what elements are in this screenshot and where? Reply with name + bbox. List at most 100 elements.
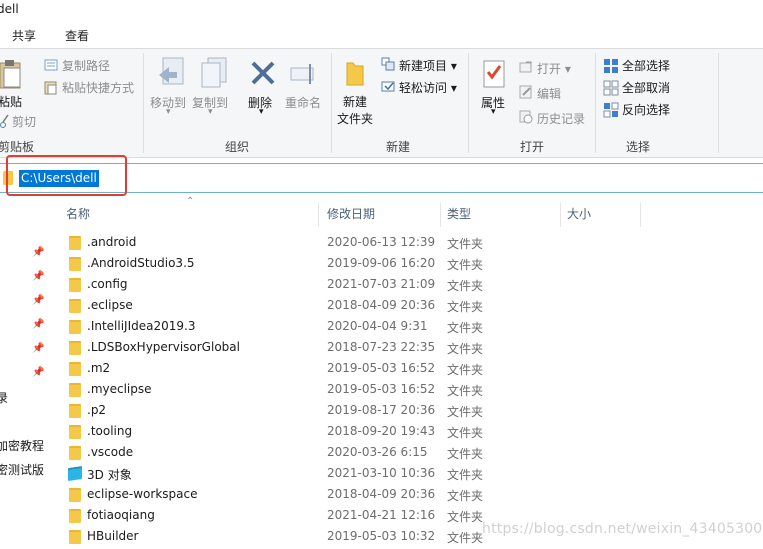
- table-row[interactable]: eclipse-workspace 2018-04-09 20:36 文件夹: [62, 485, 762, 506]
- folder-icon: [69, 341, 81, 355]
- folder-icon: [69, 446, 81, 460]
- nav-item[interactable]: 密测试版: [0, 461, 44, 478]
- copy-path-button[interactable]: 复制路径: [62, 57, 110, 74]
- table-row[interactable]: .eclipse 2018-04-09 20:36 文件夹: [62, 296, 762, 317]
- invert-selection-button[interactable]: 反向选择: [622, 101, 670, 118]
- file-type: 文件夹: [447, 489, 484, 503]
- tab-share[interactable]: 共享: [12, 27, 36, 44]
- column-header-name[interactable]: 名称: [66, 205, 90, 222]
- file-name: .eclipse: [87, 298, 133, 312]
- nav-item[interactable]: 录: [0, 389, 8, 406]
- new-folder-button-line1[interactable]: 新建: [343, 93, 367, 110]
- ribbon-tabs: 共享 查看: [0, 24, 763, 48]
- open-button[interactable]: 打开 ▾: [537, 60, 571, 77]
- select-group-label: 选择: [626, 140, 651, 154]
- file-name: eclipse-workspace: [87, 487, 198, 501]
- tab-view[interactable]: 查看: [65, 27, 89, 44]
- table-row[interactable]: .myeclipse 2019-05-03 16:52 文件夹: [62, 380, 762, 401]
- properties-dropdown-icon: ▾: [491, 107, 496, 117]
- delete-icon: [251, 61, 275, 85]
- new-folder-button-line2[interactable]: 文件夹: [337, 110, 373, 127]
- file-type: 文件夹: [447, 300, 484, 314]
- column-divider[interactable]: [440, 203, 441, 227]
- folder-icon: [69, 488, 81, 502]
- group-divider: [595, 53, 596, 153]
- folder-icon: [69, 530, 81, 544]
- ribbon: 粘贴 复制路径 粘贴快捷方式 剪切 剪贴板 移动到 ▾ 复制到 ▾ 删除 ▾ 重…: [0, 48, 763, 158]
- file-type: 文件夹: [447, 237, 484, 251]
- table-row[interactable]: .IntelliJIdea2019.3 2020-04-04 9:31 文件夹: [62, 317, 762, 338]
- table-row[interactable]: .android 2020-06-13 12:39 文件夹: [62, 233, 762, 254]
- file-date: 2020-04-04 9:31: [327, 319, 428, 333]
- organize-group-label: 组织: [225, 140, 250, 154]
- folder-icon: [69, 320, 81, 334]
- folder-icon: [69, 509, 81, 523]
- file-date: 2020-03-26 6:15: [327, 445, 428, 459]
- column-divider[interactable]: [560, 203, 561, 227]
- highlight-annotation: [6, 155, 127, 196]
- move-to-dropdown-icon: ▾: [166, 107, 171, 117]
- copy-path-icon: [44, 59, 58, 71]
- file-date: 2021-04-21 12:16: [327, 508, 436, 522]
- folder-icon: [69, 362, 81, 376]
- file-name: .m2: [87, 361, 111, 375]
- group-divider: [331, 53, 332, 153]
- table-row[interactable]: .LDSBoxHypervisorGlobal 2018-07-23 22:35 文…: [62, 338, 762, 359]
- pin-icon[interactable]: 📌: [32, 295, 44, 306]
- paste-shortcut-button[interactable]: 粘贴快捷方式: [62, 79, 134, 96]
- file-name: HBuilder: [87, 529, 139, 543]
- rename-icon: [290, 64, 314, 84]
- pin-icon[interactable]: 📌: [32, 247, 44, 258]
- paste-icon: [0, 60, 21, 89]
- file-name: .LDSBoxHypervisorGlobal: [87, 340, 240, 354]
- column-header-modified[interactable]: 修改日期: [327, 205, 375, 222]
- rename-button[interactable]: 重命名: [285, 94, 321, 111]
- file-type: 文件夹: [447, 321, 484, 335]
- file-name: .config: [87, 277, 128, 291]
- pin-icon[interactable]: 📌: [32, 367, 44, 378]
- pin-icon[interactable]: 📌: [32, 319, 44, 330]
- table-row[interactable]: .AndroidStudio3.5 2019-09-06 16:20 文件夹: [62, 254, 762, 275]
- new-group-label: 新建: [386, 140, 411, 154]
- pin-icon[interactable]: 📌: [32, 343, 44, 354]
- edit-button[interactable]: 编辑: [537, 85, 561, 102]
- table-row[interactable]: .m2 2019-05-03 16:52 文件夹: [62, 359, 762, 380]
- folder-icon: [69, 236, 81, 250]
- invert-selection-icon: [603, 102, 619, 118]
- file-name: fotiaoqiang: [87, 508, 155, 522]
- paste-button[interactable]: 粘贴: [0, 93, 22, 110]
- nav-item[interactable]: 加密教程: [0, 437, 44, 454]
- column-divider[interactable]: [640, 203, 641, 227]
- paste-shortcut-icon: [44, 81, 57, 95]
- copy-to-dropdown-icon: ▾: [208, 107, 213, 117]
- window-title: dell: [0, 2, 19, 16]
- select-none-button[interactable]: 全部取消: [622, 79, 670, 96]
- column-header-size[interactable]: 大小: [567, 205, 591, 222]
- cut-button[interactable]: 剪切: [12, 113, 36, 130]
- move-to-icon: [159, 57, 184, 85]
- file-name: 3D 对象: [87, 468, 132, 482]
- file-date: 2018-04-09 20:36: [327, 298, 436, 312]
- history-icon: [519, 110, 533, 124]
- file-date: 2018-04-09 20:36: [327, 487, 436, 501]
- column-divider[interactable]: [318, 203, 319, 227]
- open-group-label: 打开: [520, 140, 545, 154]
- history-button[interactable]: 历史记录: [537, 110, 585, 127]
- file-name: .p2: [87, 403, 107, 417]
- easy-access-button[interactable]: 轻松访问 ▾: [399, 79, 457, 96]
- column-header-type[interactable]: 类型: [447, 205, 471, 222]
- table-row[interactable]: .config 2021-07-03 21:09 文件夹: [62, 275, 762, 296]
- group-divider: [718, 53, 719, 153]
- select-all-button[interactable]: 全部选择: [622, 57, 670, 74]
- file-type: 文件夹: [447, 531, 484, 545]
- table-row[interactable]: .vscode 2020-03-26 6:15 文件夹: [62, 443, 762, 464]
- folder-icon: [69, 257, 81, 271]
- table-row[interactable]: .p2 2019-08-17 20:36 文件夹: [62, 401, 762, 422]
- pin-icon[interactable]: 📌: [32, 271, 44, 282]
- file-type: 文件夹: [447, 363, 484, 377]
- table-row[interactable]: 3D 对象 2021-03-10 10:36 文件夹: [62, 464, 762, 485]
- file-date: 2018-09-20 19:43: [327, 424, 436, 438]
- table-row[interactable]: .tooling 2018-09-20 19:43 文件夹: [62, 422, 762, 443]
- file-date: 2018-07-23 22:35: [327, 340, 436, 354]
- new-item-button[interactable]: 新建项目 ▾: [399, 57, 457, 74]
